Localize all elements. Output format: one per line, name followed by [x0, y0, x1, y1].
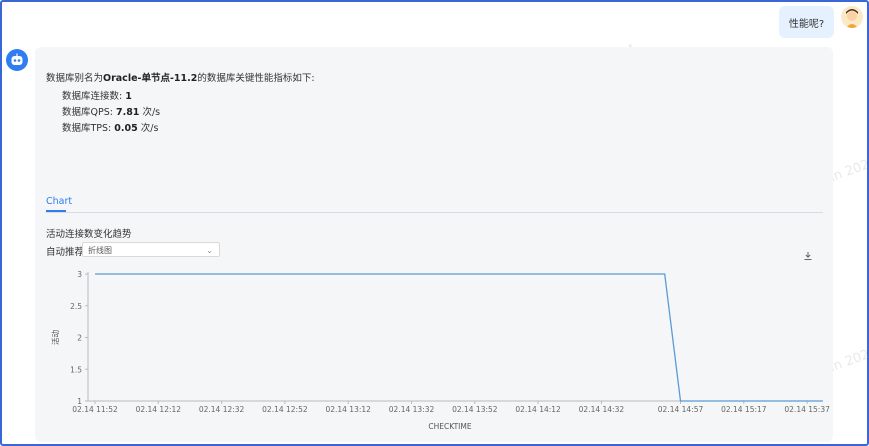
- user-avatar: [841, 6, 863, 28]
- metric-label: 数据库TPS:: [62, 123, 112, 134]
- metric-unit: 次/s: [137, 123, 159, 134]
- tab-divider: [46, 212, 823, 213]
- user-message-text: 性能呢?: [788, 18, 825, 30]
- chart-type-value: 折线图: [88, 246, 112, 255]
- user-avatar-icon: [841, 6, 863, 28]
- metric-unit: 次/s: [139, 107, 161, 118]
- metric-value: 1: [125, 91, 132, 102]
- chevron-down-icon: ⌄: [206, 246, 213, 255]
- chart-title: 活动连接数变化趋势: [46, 229, 132, 240]
- metric-label: 数据库QPS:: [62, 107, 113, 118]
- metric-value: 0.05: [114, 123, 138, 134]
- tab-chart[interactable]: Chart: [46, 196, 72, 207]
- metric-label: 数据库连接数:: [62, 91, 123, 102]
- metric-connections: 数据库连接数: 1: [62, 88, 132, 102]
- db-alias: Oracle-单节点-11.2: [103, 73, 198, 84]
- chart-type-select[interactable]: 折线图 ⌄: [82, 242, 220, 257]
- assistant-reply-card: 数据库别名为Oracle-单节点-11.2的数据库关键性能指标如下: 数据库连接…: [35, 47, 833, 442]
- metric-value: 7.81: [115, 107, 140, 118]
- assistant-avatar: [6, 49, 28, 71]
- download-icon[interactable]: [803, 246, 813, 260]
- auto-recommend-label: 自动推荐: [46, 247, 85, 258]
- user-message-bubble: 性能呢?: [779, 6, 834, 38]
- intro-suffix: 的数据库关键性能指标如下:: [197, 73, 315, 84]
- metric-qps: 数据库QPS: 7.81 次/s: [62, 104, 160, 118]
- intro-prefix: 数据库别名为: [46, 73, 104, 84]
- robot-icon: [11, 53, 23, 65]
- reply-intro: 数据库别名为Oracle-单节点-11.2的数据库关键性能指标如下:: [46, 70, 315, 84]
- metric-tps: 数据库TPS: 0.05 次/s: [62, 120, 158, 134]
